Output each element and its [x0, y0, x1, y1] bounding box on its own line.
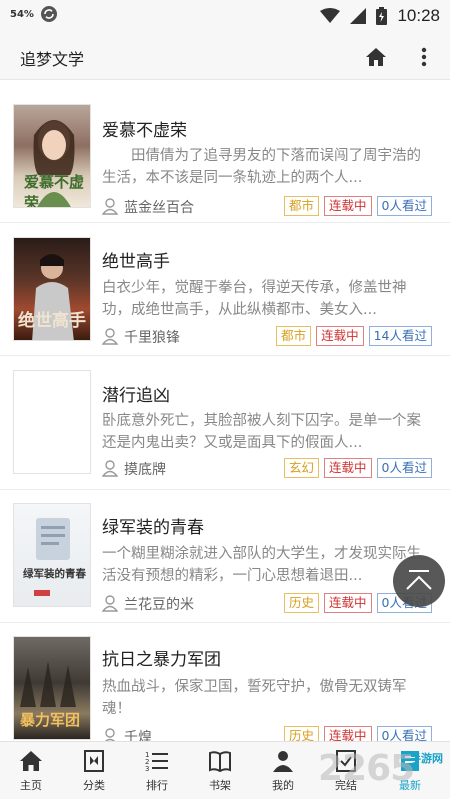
views-tag: 0人看过 [376, 458, 432, 478]
author-icon [102, 328, 118, 345]
status-tag: 连载中 [324, 458, 372, 478]
ranking-icon: 123 [145, 751, 168, 772]
cover-title: 爱慕不虚荣 [24, 173, 85, 208]
book-item[interactable]: 潜行追凶 卧底意外死亡，其脸部被人刻下囚字。是单一个案还是内鬼出卖？又或是面具下… [0, 357, 450, 490]
author-icon [102, 460, 118, 477]
arrow-up-icon [406, 570, 432, 590]
status-tag: 连载中 [316, 326, 364, 346]
book-cover: 暴力军团 [13, 636, 91, 740]
status-tag: 连载中 [324, 593, 372, 613]
author-name: 兰花豆的米 [124, 597, 194, 613]
tag-group: 都市 连载中 14人看过 [276, 326, 432, 346]
scroll-to-top-button[interactable] [393, 555, 445, 607]
book-title: 绿军装的青春 [102, 518, 204, 538]
home-icon[interactable] [364, 45, 388, 69]
bookshelf-icon [209, 751, 231, 772]
battery-icon [376, 7, 388, 25]
author-icon [102, 198, 118, 215]
cover-title: 绿军装的青春 [23, 568, 86, 580]
book-cover [13, 370, 91, 474]
cover-art-icon [34, 518, 70, 596]
book-title: 绝世高手 [102, 252, 170, 272]
genre-tag: 玄幻 [284, 458, 320, 478]
book-item[interactable]: 绝世高手 绝世高手 白衣少年，觉醒于拳台，得逆天传承，修盖世神功，成绝世高手，从… [0, 223, 450, 356]
book-item[interactable]: 爱慕不虚荣 爱慕不虚荣 田倩倩为了追寻男友的下落而误闯了周宇浩的生活，本不该是同… [0, 90, 450, 223]
book-meta: 蓝金丝百合 都市 连载中 0人看过 [102, 196, 432, 218]
category-icon [84, 750, 104, 772]
genre-tag: 都市 [284, 196, 320, 216]
book-meta: 兰花豆的米 历史 连载中 0人看过 [102, 593, 432, 615]
cover-title: 绝世高手 [18, 311, 86, 331]
tag-group: 都市 连载中 0人看过 [284, 196, 432, 216]
book-description: 白衣少年，觉醒于拳台，得逆天传承，修盖世神功，成绝世高手，从此纵横都市、美女入.… [102, 280, 407, 318]
genre-tag: 历史 [284, 593, 320, 613]
author-icon [102, 595, 118, 612]
book-description: 热血战斗，保家卫国，誓死守护，傲骨无双铸军魂！ [102, 679, 407, 717]
book-cover: 爱慕不虚荣 [13, 104, 91, 208]
status-bar: 54% 10:28 [0, 0, 450, 33]
nav-label: 主页 [20, 779, 42, 792]
book-meta: 摸底牌 玄幻 连载中 0人看过 [102, 458, 432, 480]
book-item[interactable]: 绿军装的青春 绿军装的青春 一个糊里糊涂就进入部队的大学生，才发现实际生活没有预… [0, 490, 450, 623]
app-title: 追梦文学 [20, 50, 85, 69]
profile-icon [273, 751, 293, 772]
wifi-icon [320, 8, 341, 23]
book-title: 抗日之暴力军团 [102, 650, 221, 670]
nav-label: 分类 [83, 779, 105, 792]
watermark-text: 2265 [318, 748, 415, 789]
nav-label: 排行 [146, 779, 168, 792]
nav-label: 我的 [272, 779, 294, 792]
status-tag: 连载中 [324, 196, 372, 216]
nav-label: 书架 [209, 779, 231, 792]
watermark-logo: 2265 手游网 [318, 748, 450, 794]
battery-saver-indicator: 54% [10, 8, 34, 20]
tag-group: 玄幻 连载中 0人看过 [284, 458, 432, 478]
genre-tag: 都市 [276, 326, 312, 346]
watermark-sub: 手游网 [410, 752, 443, 765]
app-bar: 追梦文学 [0, 33, 450, 80]
nav-item-profile[interactable]: 我的 [257, 742, 309, 799]
book-cover: 绿军装的青春 [13, 503, 91, 607]
signal-icon [350, 8, 367, 24]
nav-item-home[interactable]: 主页 [5, 742, 57, 799]
nav-item-ranking[interactable]: 123 排行 [131, 742, 183, 799]
book-item[interactable]: 暴力军团 抗日之暴力军团 热血战斗，保家卫国，誓死守护，傲骨无双铸军魂！ 千煌 … [0, 623, 450, 756]
book-description: 田倩倩为了追寻男友的下落而误闯了周宇浩的生活，本不该是同一条轨迹上的两个人... [102, 148, 421, 186]
views-tag: 14人看过 [368, 326, 432, 346]
author-name: 摸底牌 [124, 462, 166, 478]
book-meta: 千里狼锋 都市 连载中 14人看过 [102, 326, 432, 348]
clock: 10:28 [397, 6, 440, 25]
author-name: 蓝金丝百合 [124, 200, 194, 216]
cover-title: 暴力军团 [20, 711, 81, 729]
views-tag: 0人看过 [376, 196, 432, 216]
sync-icon [40, 6, 57, 22]
book-title: 爱慕不虚荣 [102, 121, 187, 141]
book-description: 一个糊里糊涂就进入部队的大学生，才发现实际生活没有预想的精彩，一门心思想着退田.… [102, 546, 421, 584]
home-icon [20, 751, 42, 771]
book-title: 潜行追凶 [102, 386, 170, 406]
nav-item-category[interactable]: 分类 [68, 742, 120, 799]
more-options-icon[interactable] [414, 45, 434, 69]
svg-text:3: 3 [145, 765, 149, 772]
nav-item-bookshelf[interactable]: 书架 [194, 742, 246, 799]
author-name: 千里狼锋 [124, 330, 180, 346]
book-description: 卧底意外死亡，其脸部被人刻下囚字。是单一个案还是内鬼出卖？又或是面具下的假面人.… [102, 413, 421, 451]
book-cover: 绝世高手 [13, 237, 91, 341]
